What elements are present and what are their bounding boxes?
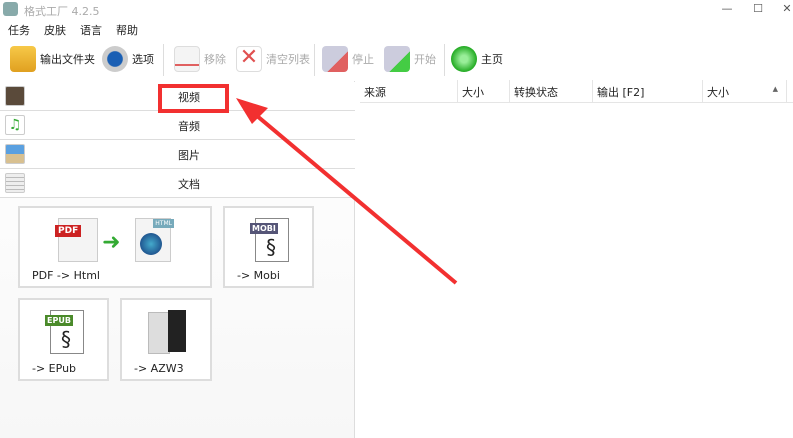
annotation-arrow: [236, 98, 458, 285]
arrow-shaft: [248, 108, 458, 285]
